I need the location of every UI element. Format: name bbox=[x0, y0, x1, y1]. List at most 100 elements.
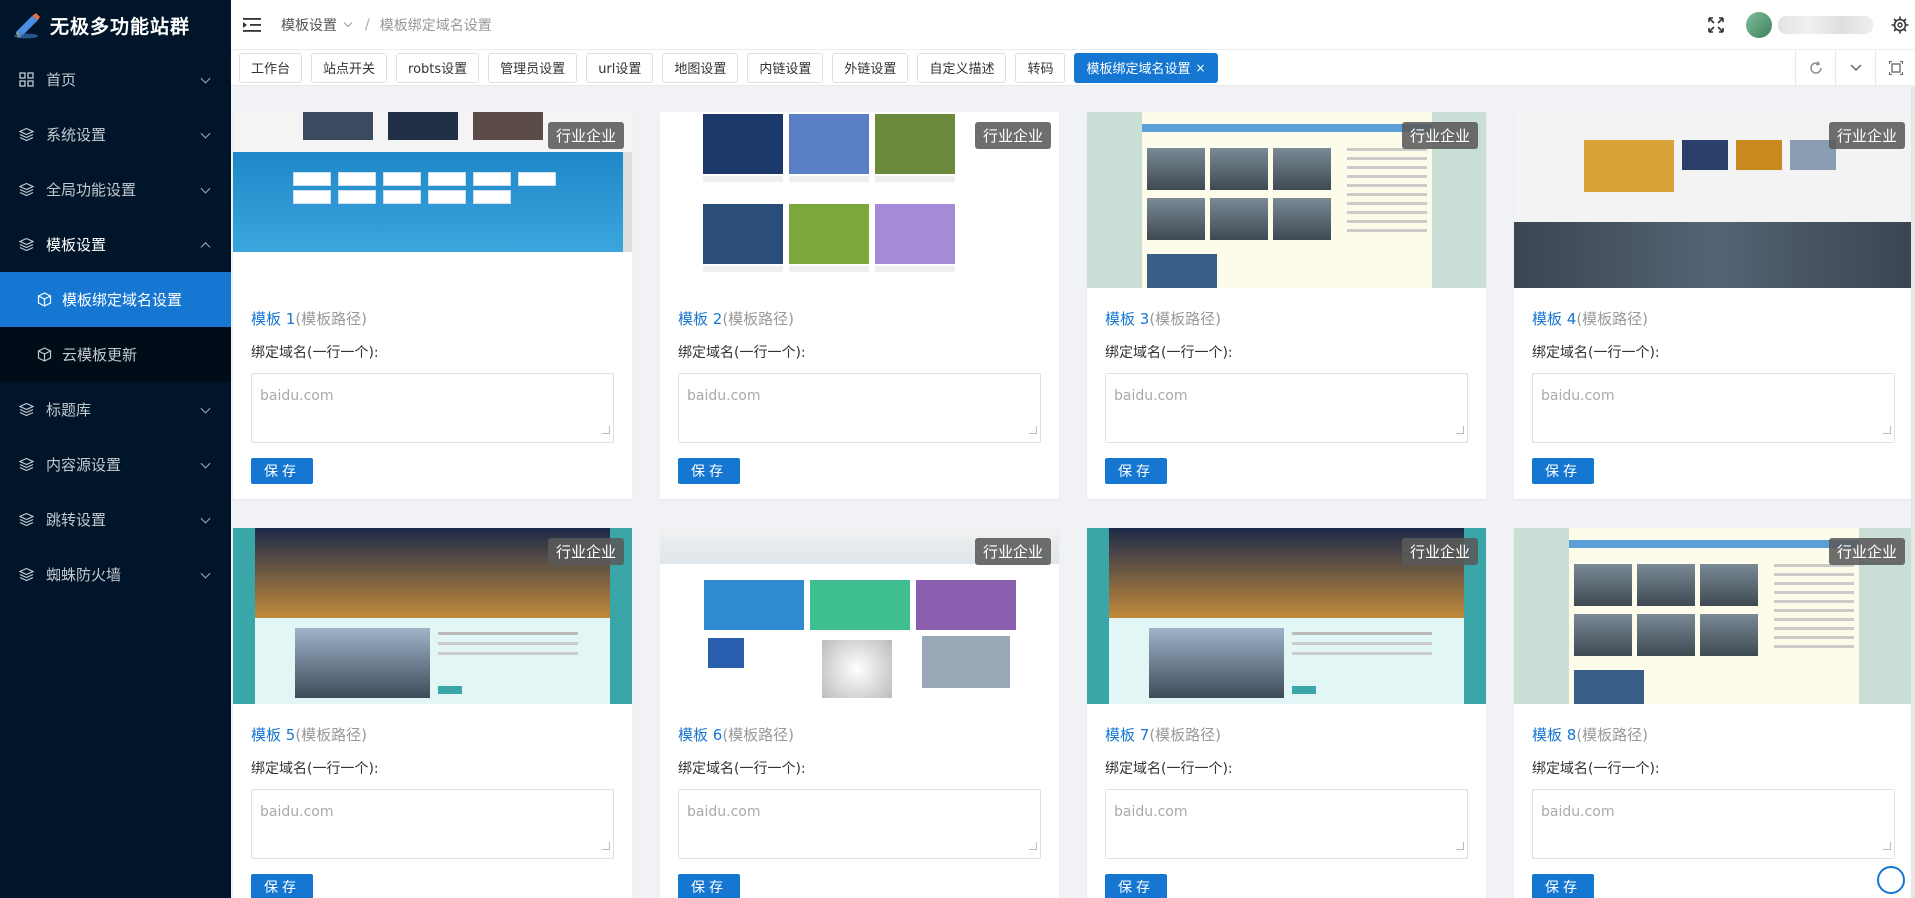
domain-input[interactable] bbox=[1532, 373, 1895, 443]
tab-2[interactable]: robts设置 bbox=[396, 52, 480, 83]
save-button[interactable]: 保存 bbox=[1532, 458, 1594, 484]
chevron-icon bbox=[200, 241, 211, 252]
save-button[interactable]: 保存 bbox=[251, 458, 313, 484]
resize-handle-icon[interactable] bbox=[602, 842, 610, 850]
template-card: 行业企业模板 4(模板路径) 绑定域名(一行一个): 保存 bbox=[1514, 112, 1913, 499]
category-badge: 行业企业 bbox=[1401, 538, 1478, 565]
template-name[interactable]: 模板 5 bbox=[251, 726, 295, 744]
resize-handle-icon[interactable] bbox=[1456, 426, 1464, 434]
breadcrumb-separator: / bbox=[365, 16, 370, 33]
resize-handle-icon[interactable] bbox=[1883, 426, 1891, 434]
tab-label: 内链设置 bbox=[759, 62, 812, 77]
save-button[interactable]: 保存 bbox=[1105, 874, 1167, 898]
sidebar-item-2[interactable]: 全局功能设置 bbox=[0, 162, 231, 217]
domain-input[interactable] bbox=[251, 789, 614, 859]
template-path: (模板路径) bbox=[295, 726, 368, 744]
template-thumbnail[interactable]: 行业企业 bbox=[1514, 112, 1913, 288]
domain-input[interactable] bbox=[678, 373, 1041, 443]
breadcrumb: 模板设置 / 模板绑定域名设置 bbox=[281, 15, 492, 35]
sidebar-item-4[interactable]: 标题库 bbox=[0, 382, 231, 437]
template-title: 模板 7(模板路径) bbox=[1105, 724, 1486, 745]
domain-input[interactable] bbox=[1532, 789, 1895, 859]
domain-field-label: 绑定域名(一行一个): bbox=[1105, 345, 1233, 361]
sidebar-item-3[interactable]: 模板设置 bbox=[0, 217, 231, 272]
resize-handle-icon[interactable] bbox=[1029, 842, 1037, 850]
template-path: (模板路径) bbox=[1149, 310, 1222, 328]
brand-title: 无极多功能站群 bbox=[50, 15, 191, 38]
avatar[interactable] bbox=[1746, 12, 1772, 38]
template-name[interactable]: 模板 8 bbox=[1532, 726, 1576, 744]
tab-3[interactable]: 管理员设置 bbox=[488, 52, 578, 83]
template-thumbnail[interactable]: 行业企业 bbox=[1087, 528, 1486, 704]
template-thumbnail[interactable]: 行业企业 bbox=[1514, 528, 1913, 704]
save-button[interactable]: 保存 bbox=[251, 874, 313, 898]
template-thumbnail[interactable]: 行业企业 bbox=[1087, 112, 1486, 288]
tab-6[interactable]: 内链设置 bbox=[747, 52, 824, 83]
gear-icon[interactable] bbox=[1891, 16, 1909, 34]
brand[interactable]: 无极多功能站群 bbox=[0, 0, 231, 50]
domain-input[interactable] bbox=[1105, 373, 1468, 443]
tab-10[interactable]: 模板绑定域名设置 × bbox=[1074, 52, 1218, 83]
username-blurred[interactable] bbox=[1778, 16, 1873, 34]
chat-icon[interactable] bbox=[1877, 866, 1905, 894]
tab-8[interactable]: 自定义描述 bbox=[917, 52, 1007, 83]
tab-4[interactable]: url设置 bbox=[586, 52, 654, 83]
fullscreen-icon[interactable] bbox=[1708, 17, 1724, 33]
breadcrumb-parent[interactable]: 模板设置 bbox=[281, 15, 337, 35]
resize-handle-icon[interactable] bbox=[1456, 842, 1464, 850]
sidebar-item-0[interactable]: 首页 bbox=[0, 52, 231, 107]
domain-field-label: 绑定域名(一行一个): bbox=[251, 345, 379, 361]
tab-0[interactable]: 工作台 bbox=[239, 52, 303, 83]
template-name[interactable]: 模板 1 bbox=[251, 310, 295, 328]
tab-7[interactable]: 外链设置 bbox=[832, 52, 909, 83]
sidebar-item-6[interactable]: 跳转设置 bbox=[0, 492, 231, 547]
refresh-icon bbox=[1809, 61, 1822, 74]
layers-icon bbox=[18, 127, 34, 143]
chevron-icon bbox=[200, 183, 211, 194]
layers-icon bbox=[18, 237, 34, 253]
domain-input[interactable] bbox=[251, 373, 614, 443]
tab-maximize-button[interactable] bbox=[1875, 50, 1915, 86]
save-button[interactable]: 保存 bbox=[1532, 874, 1594, 898]
template-thumbnail[interactable]: 行业企业 bbox=[660, 528, 1059, 704]
refresh-tab-button[interactable] bbox=[1795, 50, 1835, 86]
tab-label: 管理员设置 bbox=[500, 62, 566, 77]
sidebar-item-5[interactable]: 内容源设置 bbox=[0, 437, 231, 492]
sidebar-item-7[interactable]: 蜘蛛防火墙 bbox=[0, 547, 231, 602]
save-button[interactable]: 保存 bbox=[1105, 458, 1167, 484]
domain-input[interactable] bbox=[1105, 789, 1468, 859]
template-thumbnail[interactable]: 行业企业 bbox=[233, 528, 632, 704]
template-name[interactable]: 模板 6 bbox=[678, 726, 722, 744]
header-right bbox=[1708, 0, 1915, 50]
save-button[interactable]: 保存 bbox=[678, 874, 740, 898]
tab-label: 工作台 bbox=[251, 62, 291, 77]
template-name[interactable]: 模板 7 bbox=[1105, 726, 1149, 744]
tab-1[interactable]: 站点开关 bbox=[311, 52, 388, 83]
template-thumbnail[interactable]: 行业企业 bbox=[233, 112, 632, 288]
save-button[interactable]: 保存 bbox=[678, 458, 740, 484]
template-name[interactable]: 模板 2 bbox=[678, 310, 722, 328]
sidebar-subitem-0[interactable]: 模板绑定域名设置 bbox=[0, 272, 231, 327]
template-thumbnail[interactable]: 行业企业 bbox=[660, 112, 1059, 288]
resize-handle-icon[interactable] bbox=[602, 426, 610, 434]
category-badge: 行业企业 bbox=[974, 122, 1051, 149]
template-name[interactable]: 模板 4 bbox=[1532, 310, 1576, 328]
template-name[interactable]: 模板 3 bbox=[1105, 310, 1149, 328]
sidebar-item-1[interactable]: 系统设置 bbox=[0, 107, 231, 162]
domain-input[interactable] bbox=[678, 789, 1041, 859]
tab-tools bbox=[1795, 50, 1915, 86]
scrollbar[interactable] bbox=[1911, 87, 1915, 898]
domain-field-label: 绑定域名(一行一个): bbox=[1532, 345, 1660, 361]
resize-handle-icon[interactable] bbox=[1883, 842, 1891, 850]
cube-icon bbox=[36, 292, 52, 308]
tab-5[interactable]: 地图设置 bbox=[662, 52, 739, 83]
template-title: 模板 5(模板路径) bbox=[251, 724, 632, 745]
tab-9[interactable]: 转码 bbox=[1015, 52, 1066, 83]
sidebar-subitem-1[interactable]: 云模板更新 bbox=[0, 327, 231, 382]
resize-handle-icon[interactable] bbox=[1029, 426, 1037, 434]
tab-dropdown-button[interactable] bbox=[1835, 50, 1875, 86]
header: 模板设置 / 模板绑定域名设置 bbox=[231, 0, 1915, 50]
sidebar: 无极多功能站群 首页 系统设置 全局功能设置 模板设置 模板绑定域名设置 云模板更新 标题库… bbox=[0, 0, 231, 898]
menu-fold-icon[interactable] bbox=[243, 17, 261, 33]
close-icon[interactable]: × bbox=[1195, 61, 1205, 75]
